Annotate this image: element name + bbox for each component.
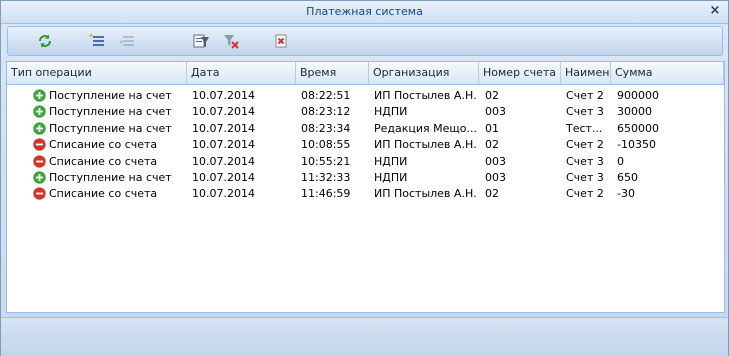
- cell-account-number: 003: [485, 105, 506, 119]
- cell-account-number: 02: [485, 138, 499, 152]
- cell-sum: 650: [617, 171, 638, 184]
- cell-account-name: Счет 2: [566, 187, 604, 201]
- add-list-icon: [88, 33, 104, 46]
- column-header-account-name[interactable]: Наименов: [561, 62, 611, 84]
- cell-date: 10.07.2014: [192, 105, 255, 119]
- cell-operation-type: Списание со счета: [49, 187, 158, 201]
- column-header-organization[interactable]: Организация: [369, 62, 479, 84]
- cell-time: 08:23:34: [301, 121, 351, 135]
- column-header-sum[interactable]: Сумма: [611, 62, 724, 84]
- cell-operation-type: Поступление на счет: [49, 171, 172, 184]
- cell-account-name: Тест...: [566, 121, 603, 135]
- cell-sum: 0: [617, 154, 624, 168]
- filter-icon: [193, 34, 209, 48]
- clear-filter-button[interactable]: [222, 32, 240, 50]
- plus-circle-icon: [33, 171, 46, 184]
- cell-organization: НДПИ: [374, 171, 408, 184]
- grid-header: Тип операции Дата Время Организация Номе…: [7, 62, 724, 85]
- cell-time: 11:46:59: [301, 187, 351, 201]
- cell-sum: -10350: [617, 138, 656, 152]
- cell-operation-type: Поступление на счет: [49, 89, 172, 102]
- cell-organization: ИП Постылев А.Н.: [374, 138, 477, 152]
- column-header-account-number[interactable]: Номер счета: [479, 62, 561, 84]
- table-row[interactable]: Поступление на счет 10.07.2014 08:23:12 НДП…: [7, 103, 724, 120]
- column-header-time[interactable]: Время: [296, 62, 369, 84]
- cell-operation-type: Поступление на счет: [49, 105, 172, 119]
- cell-time: 08:23:12: [301, 105, 351, 119]
- table-row[interactable]: Списание со счета 10.07.2014 10:55:21 НДПИ 0…: [7, 153, 724, 170]
- refresh-icon: [39, 34, 51, 48]
- cell-sum: 900000: [617, 89, 659, 102]
- cell-date: 10.07.2014: [192, 121, 255, 135]
- cell-organization: НДПИ: [374, 105, 408, 119]
- cell-date: 10.07.2014: [192, 154, 255, 168]
- cell-account-number: 02: [485, 89, 499, 102]
- cell-time: 11:32:33: [301, 171, 351, 184]
- close-button[interactable]: ×: [708, 4, 722, 18]
- cell-organization: Редакция Мещо...: [374, 121, 477, 135]
- cell-account-number: 003: [485, 171, 506, 184]
- cell-time: 10:08:55: [301, 138, 351, 152]
- cell-date: 10.07.2014: [192, 89, 255, 102]
- delete-icon: [275, 34, 287, 48]
- cell-account-number: 003: [485, 154, 506, 168]
- cell-date: 10.07.2014: [192, 138, 255, 152]
- delete-button[interactable]: [272, 32, 290, 50]
- table-row[interactable]: Поступление на счет 10.07.2014 11:32:33 НДП…: [7, 169, 724, 186]
- cell-sum: 30000: [617, 105, 652, 119]
- payment-system-window: Платежная система × Тип операции Дата Вр…: [0, 0, 729, 356]
- cell-date: 10.07.2014: [192, 187, 255, 201]
- window-title: Платежная система: [306, 5, 423, 18]
- edit-record-button[interactable]: [118, 32, 136, 50]
- cell-sum: 650000: [617, 121, 659, 135]
- plus-circle-icon: [33, 89, 46, 102]
- status-bar: [1, 317, 728, 356]
- minus-circle-icon: [33, 154, 46, 168]
- cell-account-number: 02: [485, 187, 499, 201]
- cell-account-name: Счет 3: [566, 154, 604, 168]
- minus-circle-icon: [33, 187, 46, 201]
- cell-time: 08:22:51: [301, 89, 351, 102]
- column-header-operation-type[interactable]: Тип операции: [7, 62, 187, 84]
- cell-account-number: 01: [485, 121, 499, 135]
- cell-date: 10.07.2014: [192, 171, 255, 184]
- cell-organization: ИП Постылев А.Н.: [374, 89, 477, 102]
- table-row[interactable]: Поступление на счет 10.07.2014 08:23:34 Ред…: [7, 120, 724, 137]
- add-record-button[interactable]: [88, 32, 106, 50]
- plus-circle-icon: [33, 121, 46, 135]
- refresh-button[interactable]: [36, 32, 54, 50]
- cell-organization: НДПИ: [374, 154, 408, 168]
- cell-account-name: Счет 3: [566, 171, 604, 184]
- edit-list-icon: [119, 36, 134, 46]
- table-row[interactable]: Поступление на счет 10.07.2014 08:22:51 ИП …: [7, 87, 724, 104]
- cell-account-name: Счет 2: [566, 138, 604, 152]
- cell-operation-type: Списание со счета: [49, 154, 158, 168]
- cell-sum: -30: [617, 187, 635, 201]
- filter-button[interactable]: [192, 32, 210, 50]
- cell-operation-type: Поступление на счет: [49, 121, 172, 135]
- cell-operation-type: Списание со счета: [49, 138, 158, 152]
- table-row[interactable]: Списание со счета 10.07.2014 11:46:59 ИП По…: [7, 185, 724, 202]
- cell-account-name: Счет 3: [566, 105, 604, 119]
- operations-grid: Тип операции Дата Время Организация Номе…: [6, 61, 725, 313]
- table-row[interactable]: Списание со счета 10.07.2014 10:08:55 ИП По…: [7, 136, 724, 153]
- toolbar: [7, 26, 723, 56]
- minus-circle-icon: [33, 138, 46, 151]
- plus-circle-icon: [33, 105, 46, 119]
- title-bar[interactable]: Платежная система ×: [1, 1, 728, 24]
- cell-organization: ИП Постылев А.Н.: [374, 187, 477, 201]
- clear-filter-icon: [224, 35, 239, 49]
- column-header-date[interactable]: Дата: [187, 62, 296, 84]
- cell-account-name: Счет 2: [566, 89, 604, 102]
- cell-time: 10:55:21: [301, 154, 351, 168]
